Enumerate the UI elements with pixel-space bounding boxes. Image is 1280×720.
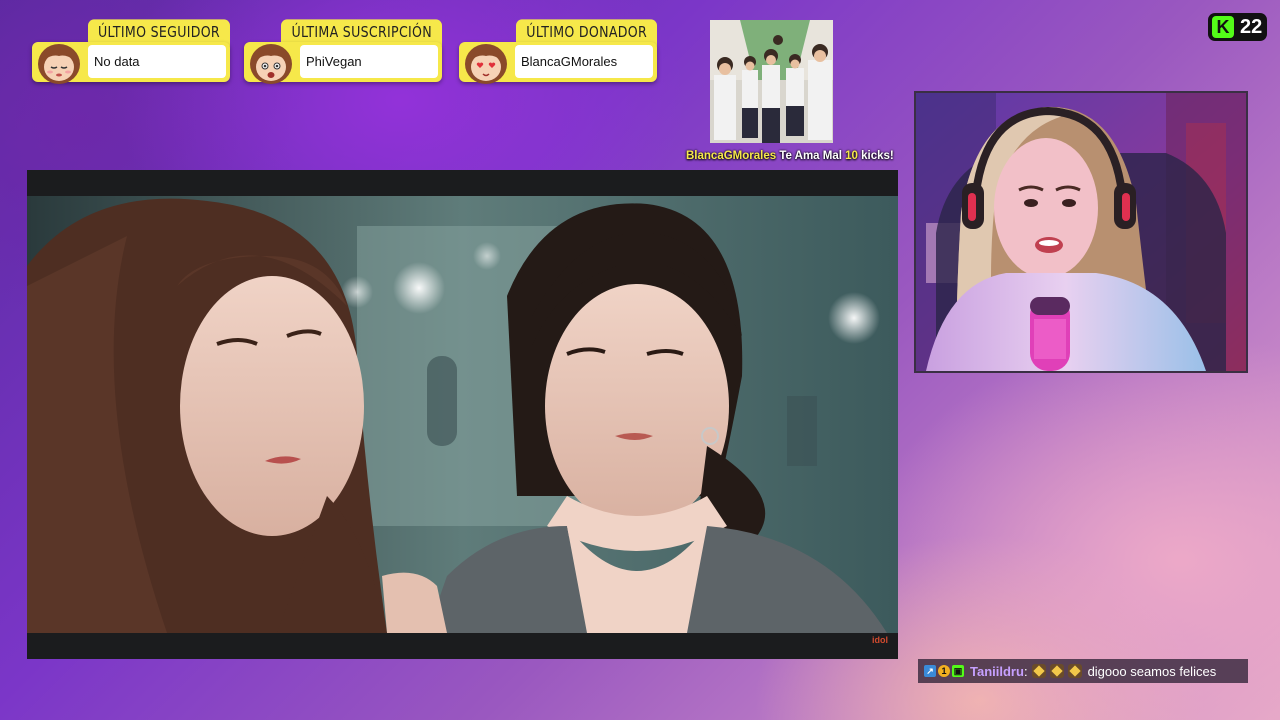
video-frame [27, 196, 898, 633]
latest-follower-widget: ÚLTIMO SEGUIDOR No data [32, 19, 232, 84]
kick-viewer-counter: K 22 [1208, 13, 1267, 41]
gift-text: Te Ama Mal [776, 150, 846, 162]
chat-message-text: digooo seamos felices [1087, 663, 1217, 679]
latest-subscription-value: PhiVegan [306, 54, 362, 69]
badge-verified-icon: ↗ [924, 665, 936, 677]
latest-subscription-widget: ÚLTIMA SUSCRIPCIÓN PhiVegan [244, 19, 444, 84]
sparkle-emote-icon [1049, 664, 1064, 678]
girl-avatar-surprised-icon [250, 44, 292, 84]
kick-logo-icon: K [1212, 16, 1234, 38]
video-player[interactable]: idol [27, 170, 898, 659]
kick-viewer-count: 22 [1240, 15, 1263, 38]
sparkle-emote-icon [1067, 664, 1082, 678]
latest-donor-value: BlancaGMorales [521, 54, 618, 69]
badge-gift-icon: ▣ [952, 665, 964, 677]
gift-alert-caption: BlancaGMorales Te Ama Mal 10 kicks! [686, 150, 894, 162]
badge-one-icon: 1 [938, 665, 950, 677]
video-watermark: idol [872, 635, 888, 645]
chat-username[interactable]: Taniildru [970, 664, 1024, 679]
gift-amount: 10 [845, 150, 858, 162]
girl-avatar-sleepy-icon [38, 44, 80, 84]
gift-alert-image [710, 20, 833, 143]
latest-donor-widget: ÚLTIMO DONADOR BlancaGMorales [459, 19, 659, 84]
chat-separator: : [1023, 663, 1028, 679]
girl-avatar-love-icon [465, 44, 507, 84]
sparkle-emote-icon [1031, 664, 1046, 678]
latest-follower-value: No data [94, 54, 140, 69]
streamer-webcam [914, 91, 1248, 373]
gift-user: BlancaGMorales [686, 150, 777, 162]
chat-message: ↗ 1 ▣ Taniildru : digooo seamos felices [918, 659, 1248, 683]
gift-unit: kicks! [857, 150, 894, 162]
